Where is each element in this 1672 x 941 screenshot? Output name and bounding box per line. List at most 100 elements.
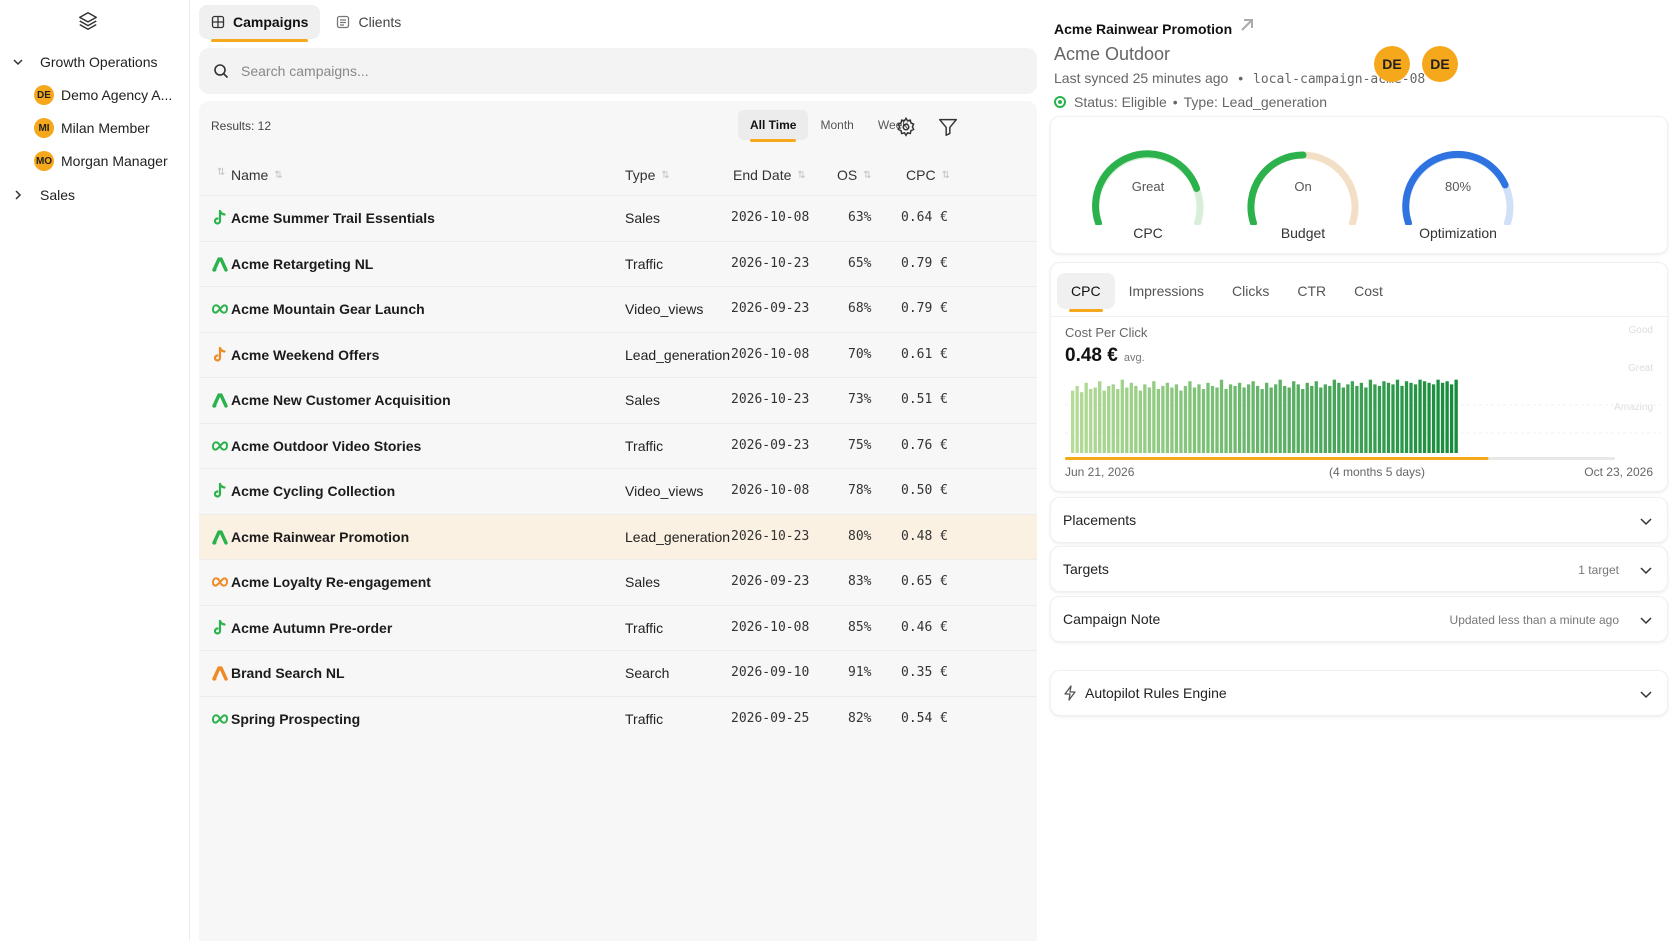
results-count: Results: 12 bbox=[211, 119, 272, 133]
member-item[interactable]: DE Demo Agency A... bbox=[34, 82, 172, 108]
cpc-bar bbox=[1278, 379, 1282, 453]
campaign-cpc: 0.65 € bbox=[901, 574, 948, 589]
campaign-name: Acme Cycling Collection bbox=[231, 483, 396, 499]
cpc-bar bbox=[1260, 389, 1264, 453]
campaign-os: 63% bbox=[848, 210, 872, 225]
table-row[interactable]: Acme Autumn Pre-order Traffic 2026-10-08 85… bbox=[199, 604, 1037, 651]
member-item[interactable]: MI Milan Member bbox=[34, 115, 150, 141]
cpc-bar bbox=[1120, 379, 1124, 453]
campaign-end-date: 2026-10-23 bbox=[731, 528, 810, 544]
cpc-bar bbox=[1237, 382, 1242, 453]
campaign-name: Acme Mountain Gear Launch bbox=[231, 301, 425, 317]
avatar[interactable]: DE bbox=[1374, 46, 1410, 82]
campaign-type: Video_views bbox=[625, 483, 704, 499]
filter-icon[interactable] bbox=[937, 116, 959, 138]
avatar[interactable]: DE bbox=[1422, 46, 1458, 82]
sort-icon: ⇅ bbox=[661, 169, 669, 181]
tab-ctr[interactable]: CTR bbox=[1283, 273, 1340, 309]
search-input[interactable] bbox=[241, 63, 941, 79]
campaign-end-date: 2026-10-08 bbox=[731, 346, 810, 362]
cpc-bar bbox=[1359, 382, 1364, 453]
autopilot-label: Autopilot Rules Engine bbox=[1085, 685, 1227, 701]
col-label: Type bbox=[625, 167, 656, 183]
campaign-end-date: 2026-10-23 bbox=[731, 255, 810, 271]
range-month[interactable]: Month bbox=[808, 110, 865, 140]
tab-clients[interactable]: Clients bbox=[324, 5, 413, 39]
campaign-name: Acme Retargeting NL bbox=[231, 255, 374, 272]
avatar: MO bbox=[34, 151, 54, 171]
table-row[interactable]: Acme Weekend Offers Lead_generation 2026-1… bbox=[199, 331, 1037, 378]
cpc-bar bbox=[1080, 392, 1084, 453]
client-name: Acme Outdoor bbox=[1054, 44, 1171, 64]
cpc-bar bbox=[1314, 381, 1318, 453]
cpc-bar bbox=[1355, 385, 1359, 453]
tab-cpc[interactable]: CPC bbox=[1057, 273, 1115, 312]
table-row[interactable]: Acme Loyalty Re-engagement Sales 2026-09-2… bbox=[199, 559, 1037, 605]
section-placements[interactable]: Placements bbox=[1050, 497, 1668, 543]
google-ads-icon bbox=[212, 393, 228, 408]
table-row[interactable]: Acme Outdoor Video Stories Traffic 2026-09… bbox=[199, 422, 1037, 469]
campaign-os: 82% bbox=[848, 710, 872, 726]
campaign-end-date: 2026-09-23 bbox=[731, 301, 810, 316]
gauge-value: 80% bbox=[1444, 179, 1472, 194]
gear-icon[interactable] bbox=[895, 116, 917, 138]
meta-icon bbox=[211, 304, 229, 314]
campaign-name: Brand Search NL bbox=[231, 665, 345, 681]
cpc-bar bbox=[1089, 389, 1093, 453]
cpc-bar bbox=[1386, 382, 1391, 453]
campaign-cpc: 0.61 € bbox=[901, 346, 948, 362]
campaign-end-date: 2026-10-08 bbox=[731, 210, 810, 225]
table-row[interactable]: Acme Retargeting NL Traffic 2026-10-23 65% 0… bbox=[199, 240, 1037, 287]
table-row[interactable]: Spring Prospecting Traffic 2026-09-25 82% 0.… bbox=[199, 695, 1037, 742]
tab-impressions[interactable]: Impressions bbox=[1115, 273, 1218, 309]
date-end: Oct 23, 2026 bbox=[1584, 465, 1653, 479]
cpc-bar bbox=[1368, 379, 1373, 453]
campaign-detail-panel: Acme Rainwear Promotion Acme Outdoor Las… bbox=[1046, 0, 1672, 941]
tiktok-icon bbox=[213, 482, 226, 498]
select-sort-icon[interactable]: ⇅ bbox=[211, 167, 225, 178]
external-link-icon[interactable] bbox=[1238, 16, 1256, 34]
metric-value-row: 0.48 € avg. bbox=[1065, 345, 1145, 367]
campaign-end-date: 2026-10-08 bbox=[731, 483, 810, 498]
table-row[interactable]: Brand Search NL Search 2026-09-10 91% 0.35 € bbox=[199, 650, 1037, 696]
table-row[interactable]: Acme Cycling Collection Video_views 2026-1… bbox=[199, 468, 1037, 514]
tab-cost[interactable]: Cost bbox=[1340, 273, 1397, 309]
range-all-time[interactable]: All Time bbox=[738, 110, 809, 142]
campaign-cpc: 0.64 € bbox=[901, 210, 948, 225]
tab-campaigns[interactable]: Campaigns bbox=[199, 5, 321, 42]
table-row[interactable]: Acme Rainwear Promotion Lead_generation 20… bbox=[199, 513, 1037, 560]
col-cpc[interactable]: CPC ⇅ bbox=[906, 167, 950, 183]
group-growth-operations[interactable]: Growth Operations bbox=[0, 48, 158, 76]
cpc-bar bbox=[1454, 379, 1458, 453]
separator-dot: • bbox=[1172, 94, 1178, 110]
campaign-type: Traffic bbox=[625, 437, 664, 454]
table-row[interactable]: Acme Mountain Gear Launch Video_views 2026… bbox=[199, 286, 1037, 332]
col-os[interactable]: OS ⇅ bbox=[837, 167, 872, 183]
autopilot-title: Autopilot Rules Engine bbox=[1063, 685, 1227, 701]
table-row[interactable]: Acme New Customer Acquisition Sales 2026-1… bbox=[199, 377, 1037, 423]
cpc-bar bbox=[1165, 382, 1170, 453]
cpc-bar bbox=[1219, 379, 1224, 453]
table-row[interactable]: Acme Summer Trail Essentials Sales 2026-10… bbox=[199, 195, 1037, 241]
campaign-os: 85% bbox=[848, 619, 872, 635]
member-item[interactable]: MO Morgan Manager bbox=[34, 148, 168, 174]
campaign-type: Traffic bbox=[625, 619, 664, 636]
col-name[interactable]: Name ⇅ bbox=[231, 167, 283, 183]
sidebar: Growth Operations DE Demo Agency A... MI… bbox=[0, 0, 190, 941]
tab-clicks[interactable]: Clicks bbox=[1218, 273, 1283, 309]
chevron-right-icon bbox=[15, 190, 22, 200]
cpc-bar bbox=[1436, 379, 1440, 453]
campaign-name: Acme Outdoor Video Stories bbox=[231, 437, 422, 454]
col-label: CPC bbox=[906, 167, 936, 183]
col-end-date[interactable]: End Date ⇅ bbox=[733, 167, 806, 183]
col-label: End Date bbox=[733, 167, 792, 183]
group-sales[interactable]: Sales bbox=[0, 181, 75, 209]
section-autopilot[interactable]: Autopilot Rules Engine bbox=[1050, 670, 1668, 716]
section-title: Campaign Note bbox=[1063, 611, 1161, 627]
col-type[interactable]: Type ⇅ bbox=[625, 167, 670, 183]
section-campaign-note[interactable]: Campaign Note Updated less than a minute… bbox=[1050, 596, 1668, 642]
campaign-os: 80% bbox=[848, 528, 872, 544]
cpc-bar bbox=[1346, 384, 1350, 453]
section-targets[interactable]: Targets 1 target bbox=[1050, 546, 1668, 592]
layers-logo-icon[interactable] bbox=[77, 10, 99, 32]
